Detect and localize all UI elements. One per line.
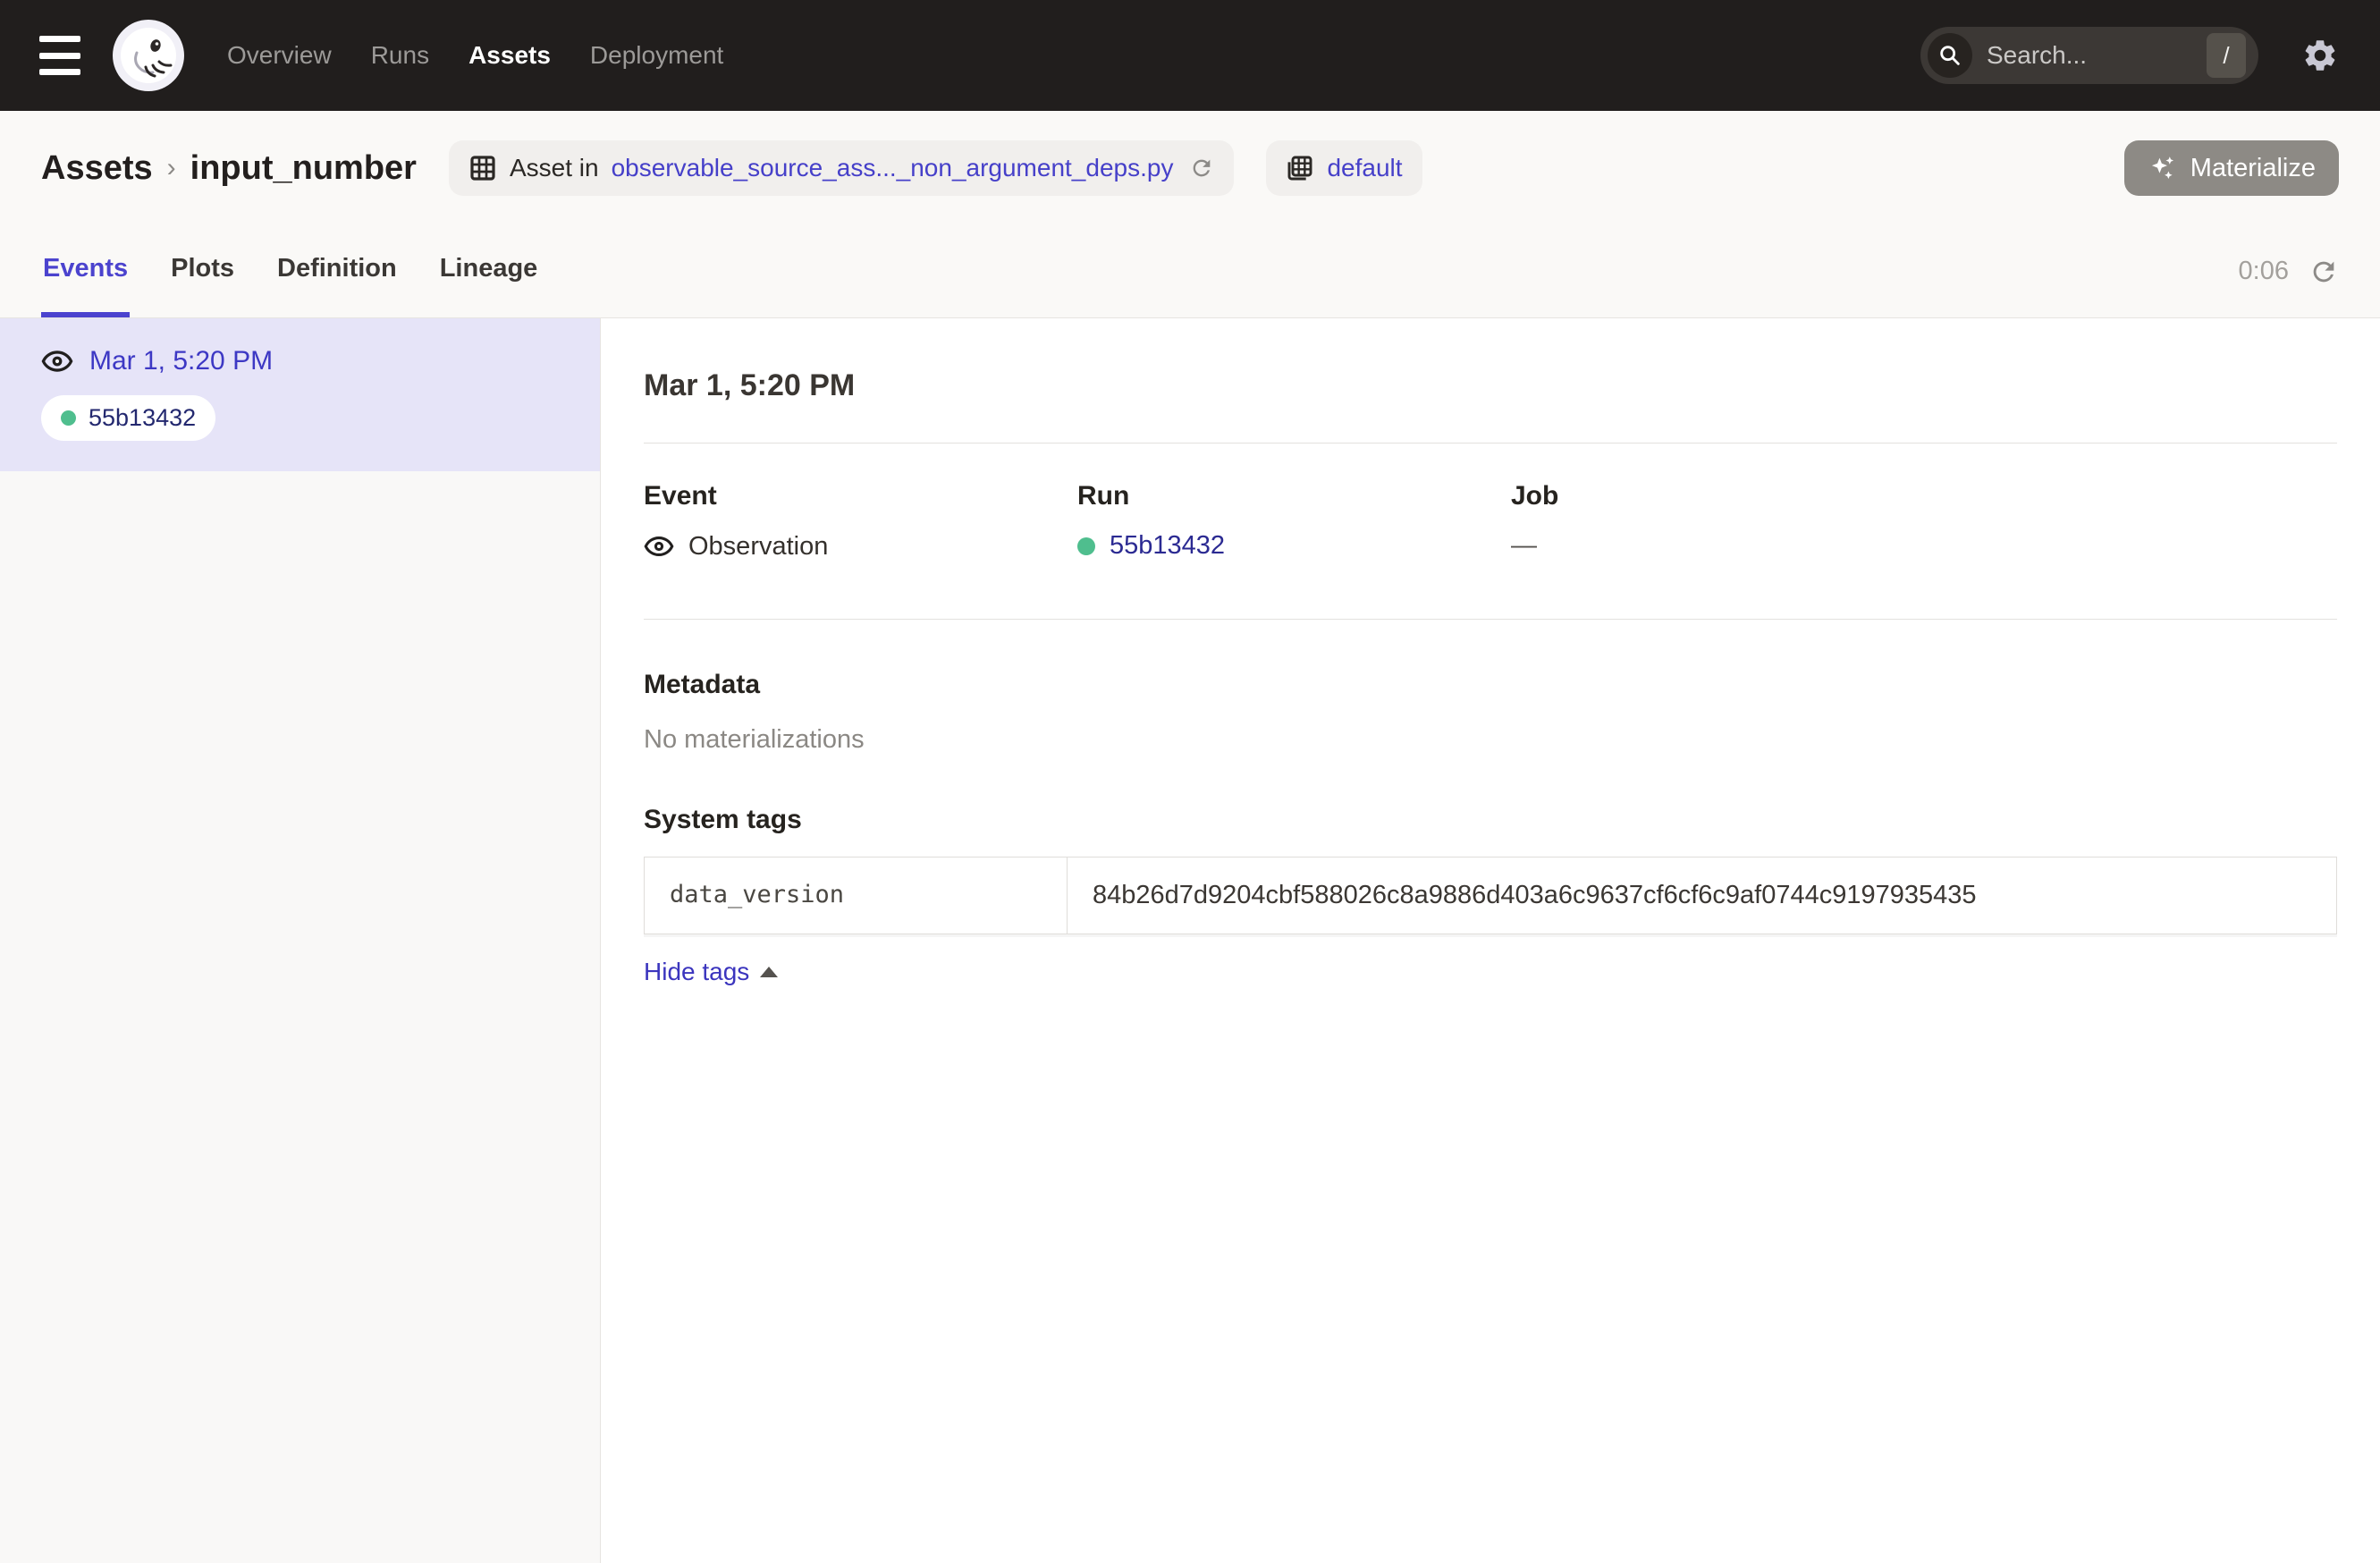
tab-plots[interactable]: Plots [169,225,236,317]
tag-value-cell: 84b26d7d9204cbf588026c8a9886d403a6c9637c… [1068,858,2336,934]
table-grid-icon [468,154,497,182]
event-column-label: Event [644,481,1077,511]
page-header: Assets › input_number Asset in observabl… [0,111,2380,318]
refresh-icon [2308,257,2339,287]
menu-bar [39,53,80,59]
breadcrumb-separator: › [165,153,178,183]
metadata-heading: Metadata [644,670,2337,700]
reload-icon [1189,156,1214,181]
run-column: Run 55b13432 [1077,481,1511,562]
materialize-button[interactable]: Materialize [2124,140,2339,196]
job-column-label: Job [1511,481,2337,511]
asset-chip-prefix: Asset in [510,154,599,182]
breadcrumb-assets-link[interactable]: Assets [41,149,153,188]
event-column-value: Observation [644,531,1077,562]
asset-group-icon [1286,154,1314,182]
tag-key-cell: data_version [645,858,1068,934]
octopus-logo-icon [119,26,178,85]
asset-group-chip: default [1266,140,1422,196]
dagster-logo[interactable] [113,20,184,91]
event-timestamp: Mar 1, 5:20 PM [89,346,273,376]
run-id-link[interactable]: 55b13432 [1077,531,1225,561]
tab-definition[interactable]: Definition [275,225,399,317]
system-tags-table: data_version 84b26d7d9204cbf588026c8a988… [644,857,2337,934]
event-detail-title: Mar 1, 5:20 PM [644,368,2337,403]
nav-item-assets[interactable]: Assets [468,41,551,70]
search-input[interactable] [1987,41,2192,70]
event-column: Event Observation [644,481,1077,562]
menu-bar [39,36,80,42]
event-list-item[interactable]: Mar 1, 5:20 PM 55b13432 [0,318,600,471]
events-sidebar: Mar 1, 5:20 PM 55b13432 [0,318,601,1563]
run-chip-id: 55b13432 [89,404,196,432]
top-nav: Overview Runs Assets Deployment / [0,0,2380,111]
tab-events[interactable]: Events [41,225,130,317]
reload-definitions-button[interactable] [1189,156,1214,181]
gear-icon [2301,37,2339,74]
system-tags-heading: System tags [644,805,2337,835]
observation-eye-icon [41,345,73,377]
primary-nav: Overview Runs Assets Deployment [227,41,723,70]
content-area: Mar 1, 5:20 PM 55b13432 Mar 1, 5:20 PM E… [0,318,2380,1563]
asset-definition-chip: Asset in observable_source_ass..._non_ar… [449,140,1234,196]
sparkles-icon [2148,153,2178,183]
search-icon [1937,43,1962,68]
metadata-empty-text: No materializations [644,725,2337,755]
run-status-dot [61,410,76,426]
divider [644,443,2337,444]
event-summary-columns: Event Observation Run 55b13432 [644,481,2337,562]
event-item-header: Mar 1, 5:20 PM [41,345,559,377]
global-search[interactable]: / [1920,27,2258,84]
hide-tags-link[interactable]: Hide tags [644,958,778,986]
search-icon-wrap [1928,33,1972,78]
breadcrumb: Assets › input_number Asset in observabl… [0,111,2380,225]
event-type-text: Observation [688,532,828,562]
tabs-bar: Events Plots Definition Lineage 0:06 [0,225,2380,318]
refresh-button[interactable] [2308,257,2339,287]
run-id-text: 55b13432 [1110,531,1225,561]
job-empty-value: — [1511,531,2337,561]
observation-eye-icon [644,531,674,562]
refresh-zone: 0:06 [2239,225,2339,317]
menu-button[interactable] [39,36,84,75]
settings-button[interactable] [2301,37,2339,74]
asset-tabs: Events Plots Definition Lineage [41,225,539,317]
page-title: input_number [190,149,417,188]
chevron-up-icon [760,967,778,977]
menu-bar [39,69,80,75]
divider [644,619,2337,620]
event-run-chip[interactable]: 55b13432 [41,395,215,441]
run-status-dot [1077,537,1095,555]
run-column-label: Run [1077,481,1511,511]
group-default-link[interactable]: default [1327,154,1402,182]
hide-tags-label: Hide tags [644,958,749,986]
nav-item-overview[interactable]: Overview [227,41,332,70]
asset-source-file-link[interactable]: observable_source_ass..._non_argument_de… [612,154,1174,182]
nav-item-deployment[interactable]: Deployment [590,41,723,70]
job-column: Job — [1511,481,2337,562]
materialize-label: Materialize [2190,154,2316,183]
tab-lineage[interactable]: Lineage [438,225,540,317]
event-detail-panel: Mar 1, 5:20 PM Event Observation Run [601,318,2380,1563]
search-shortcut-key: / [2207,33,2246,78]
nav-item-runs[interactable]: Runs [371,41,429,70]
refresh-countdown: 0:06 [2239,257,2289,286]
